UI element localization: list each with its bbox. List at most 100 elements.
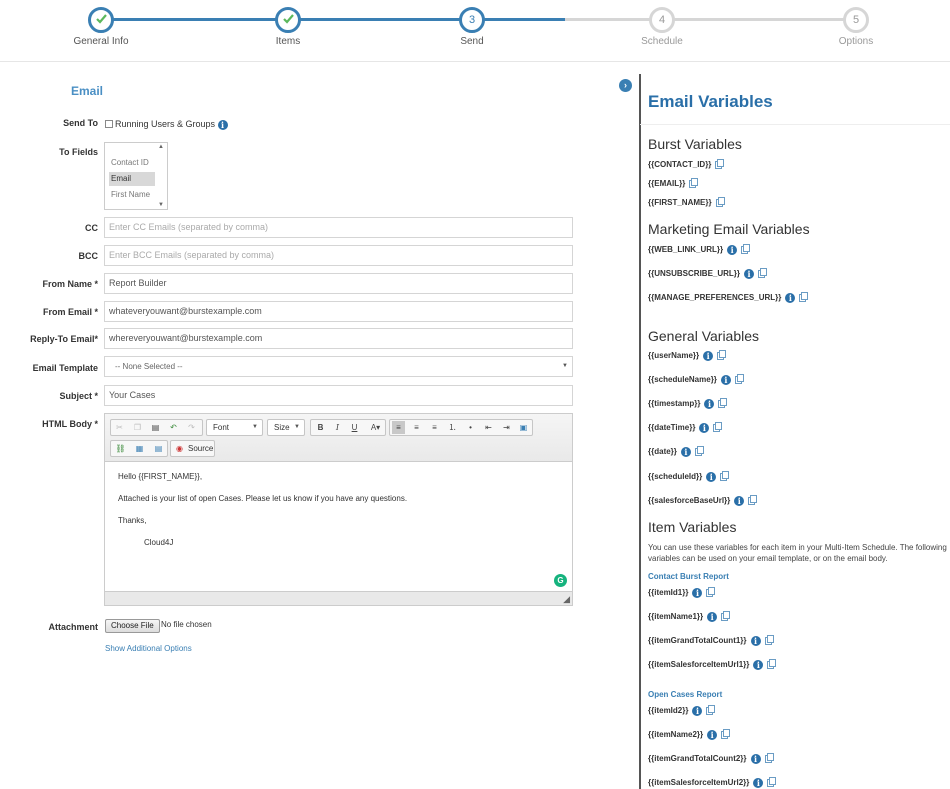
copy-icon[interactable] (713, 422, 723, 432)
copy-icon[interactable] (799, 292, 809, 302)
scroll-down-icon[interactable]: ▼ (158, 202, 164, 208)
from-name-input[interactable]: Report Builder (104, 273, 573, 294)
align-center-icon[interactable]: ≡ (410, 421, 423, 434)
numbered-list-icon[interactable]: ⒈ (446, 421, 459, 434)
copy-icon[interactable] (715, 158, 725, 169)
template-selected-value: -- None Selected -- (115, 362, 183, 371)
email-template-select[interactable]: -- None Selected -- ▼ (104, 356, 573, 377)
align-left-icon[interactable]: ≡ (392, 421, 405, 434)
choose-file-button[interactable]: Choose File (105, 619, 160, 633)
cut-icon[interactable]: ✂ (113, 421, 126, 434)
indent-icon[interactable]: ⇥ (500, 421, 513, 434)
step-items[interactable]: Items (228, 7, 348, 47)
info-icon[interactable]: i (217, 119, 228, 130)
copy-icon[interactable] (694, 446, 704, 456)
bullet-list-icon[interactable]: • (464, 421, 477, 434)
paste-icon[interactable]: ▤ (149, 421, 162, 434)
outdent-icon[interactable]: ⇤ (482, 421, 495, 434)
copy-icon[interactable] (717, 350, 727, 360)
info-icon[interactable]: i (753, 778, 764, 788)
undo-icon[interactable]: ↶ (167, 421, 180, 434)
copy-icon[interactable] (720, 471, 730, 481)
subject-input[interactable]: Your Cases (104, 385, 573, 406)
chevron-down-icon: ▼ (252, 424, 258, 430)
item-variables-note: You can use these variables for each ite… (648, 543, 947, 563)
from-email-input[interactable]: whateveryouwant@burstexample.com (104, 301, 573, 322)
embed-icon[interactable]: ▤ (152, 442, 165, 455)
listbox-option[interactable]: First Name (109, 188, 155, 202)
grammarly-icon[interactable]: G (554, 574, 567, 587)
step-send[interactable]: 3 Send (412, 7, 532, 47)
info-icon[interactable]: i (692, 706, 703, 716)
copy-icon[interactable] (715, 196, 725, 207)
color-icon[interactable]: A▾ (367, 421, 384, 434)
copy-icon[interactable] (706, 705, 716, 715)
copy-icon[interactable] (764, 753, 774, 763)
running-users-checkbox[interactable] (105, 120, 113, 128)
info-icon[interactable]: i (727, 245, 738, 255)
listbox-option[interactable]: Contact ID (109, 156, 155, 170)
info-icon[interactable]: i (753, 660, 764, 670)
copy-icon[interactable] (721, 729, 731, 739)
bold-icon[interactable]: B (314, 421, 327, 434)
font-select[interactable]: Font ▼ (206, 419, 263, 436)
variable-token: {{itemName1}} (648, 612, 704, 622)
copy-icon[interactable]: ❐ (131, 421, 144, 434)
table-icon[interactable]: ▦ (133, 442, 146, 455)
bcc-input[interactable]: Enter BCC Emails (separated by comma) (104, 245, 573, 266)
info-icon[interactable]: i (750, 754, 761, 764)
copy-icon[interactable] (748, 495, 758, 505)
copy-icon[interactable] (734, 374, 744, 384)
info-icon[interactable]: i (704, 399, 715, 409)
source-button[interactable]: ◉ Source (170, 440, 215, 457)
info-icon[interactable]: i (707, 612, 718, 622)
running-users-option: Running Users & Groups i (115, 119, 228, 130)
editor-resize-bar: ◢ (105, 591, 572, 605)
underline-icon[interactable]: U (348, 421, 361, 434)
copy-icon[interactable] (758, 268, 768, 278)
info-icon[interactable]: i (734, 496, 745, 506)
image-icon[interactable]: ▣ (517, 421, 530, 434)
clipboard-group: ✂ ❐ ▤ ↶ ↷ (110, 419, 203, 436)
size-select[interactable]: Size ▼ (267, 419, 305, 436)
info-icon[interactable]: i (785, 293, 796, 303)
reply-to-input[interactable]: whereveryouwant@burstexample.com (104, 328, 573, 349)
copy-icon[interactable] (764, 635, 774, 645)
copy-icon[interactable] (767, 659, 777, 669)
info-icon[interactable]: i (699, 423, 710, 433)
info-icon[interactable]: i (706, 472, 717, 482)
to-fields-listbox[interactable]: ▲ Contact ID Email First Name ▼ (104, 142, 168, 210)
info-icon[interactable]: i (680, 447, 691, 457)
info-icon[interactable]: i (703, 351, 714, 361)
format-group: B I U A▾ (310, 419, 386, 436)
info-icon[interactable]: i (744, 269, 755, 279)
redo-icon[interactable]: ↷ (185, 421, 198, 434)
editor-content[interactable]: Hello {{FIRST_NAME}}, Attached is your l… (105, 462, 572, 570)
scroll-up-icon[interactable]: ▲ (158, 144, 164, 150)
copy-icon[interactable] (689, 177, 699, 188)
variable-item: {{itemName1}} i (648, 611, 731, 622)
resize-handle-icon[interactable]: ◢ (563, 594, 570, 605)
info-icon[interactable]: i (750, 636, 761, 646)
copy-icon[interactable] (706, 587, 716, 597)
copy-icon[interactable] (721, 611, 731, 621)
info-icon[interactable]: i (707, 730, 718, 740)
align-right-icon[interactable]: ≡ (428, 421, 441, 434)
listbox-option[interactable]: Email (109, 172, 155, 186)
show-additional-options-link[interactable]: Show Additional Options (105, 644, 192, 653)
copy-icon[interactable] (767, 777, 777, 787)
variable-item: {{scheduleId}} i (648, 471, 730, 482)
italic-icon[interactable]: I (331, 421, 344, 434)
info-icon[interactable]: i (720, 375, 731, 385)
variable-item: {{CONTACT_ID}} (648, 158, 725, 169)
step-options[interactable]: 5 Options (796, 7, 916, 47)
link-icon[interactable]: ⛓ (114, 442, 127, 455)
copy-icon[interactable] (718, 398, 728, 408)
html-body-editor[interactable]: ✂ ❐ ▤ ↶ ↷ Font ▼ Size ▼ B I U A▾ ≡ ≡ ≡ ⒈… (104, 413, 573, 606)
step-schedule[interactable]: 4 Schedule (602, 7, 722, 47)
cc-input[interactable]: Enter CC Emails (separated by comma) (104, 217, 573, 238)
step-general-info[interactable]: General Info (41, 7, 161, 47)
copy-icon[interactable] (741, 244, 751, 254)
collapse-panel-icon[interactable]: › (619, 79, 632, 92)
info-icon[interactable]: i (692, 588, 703, 598)
